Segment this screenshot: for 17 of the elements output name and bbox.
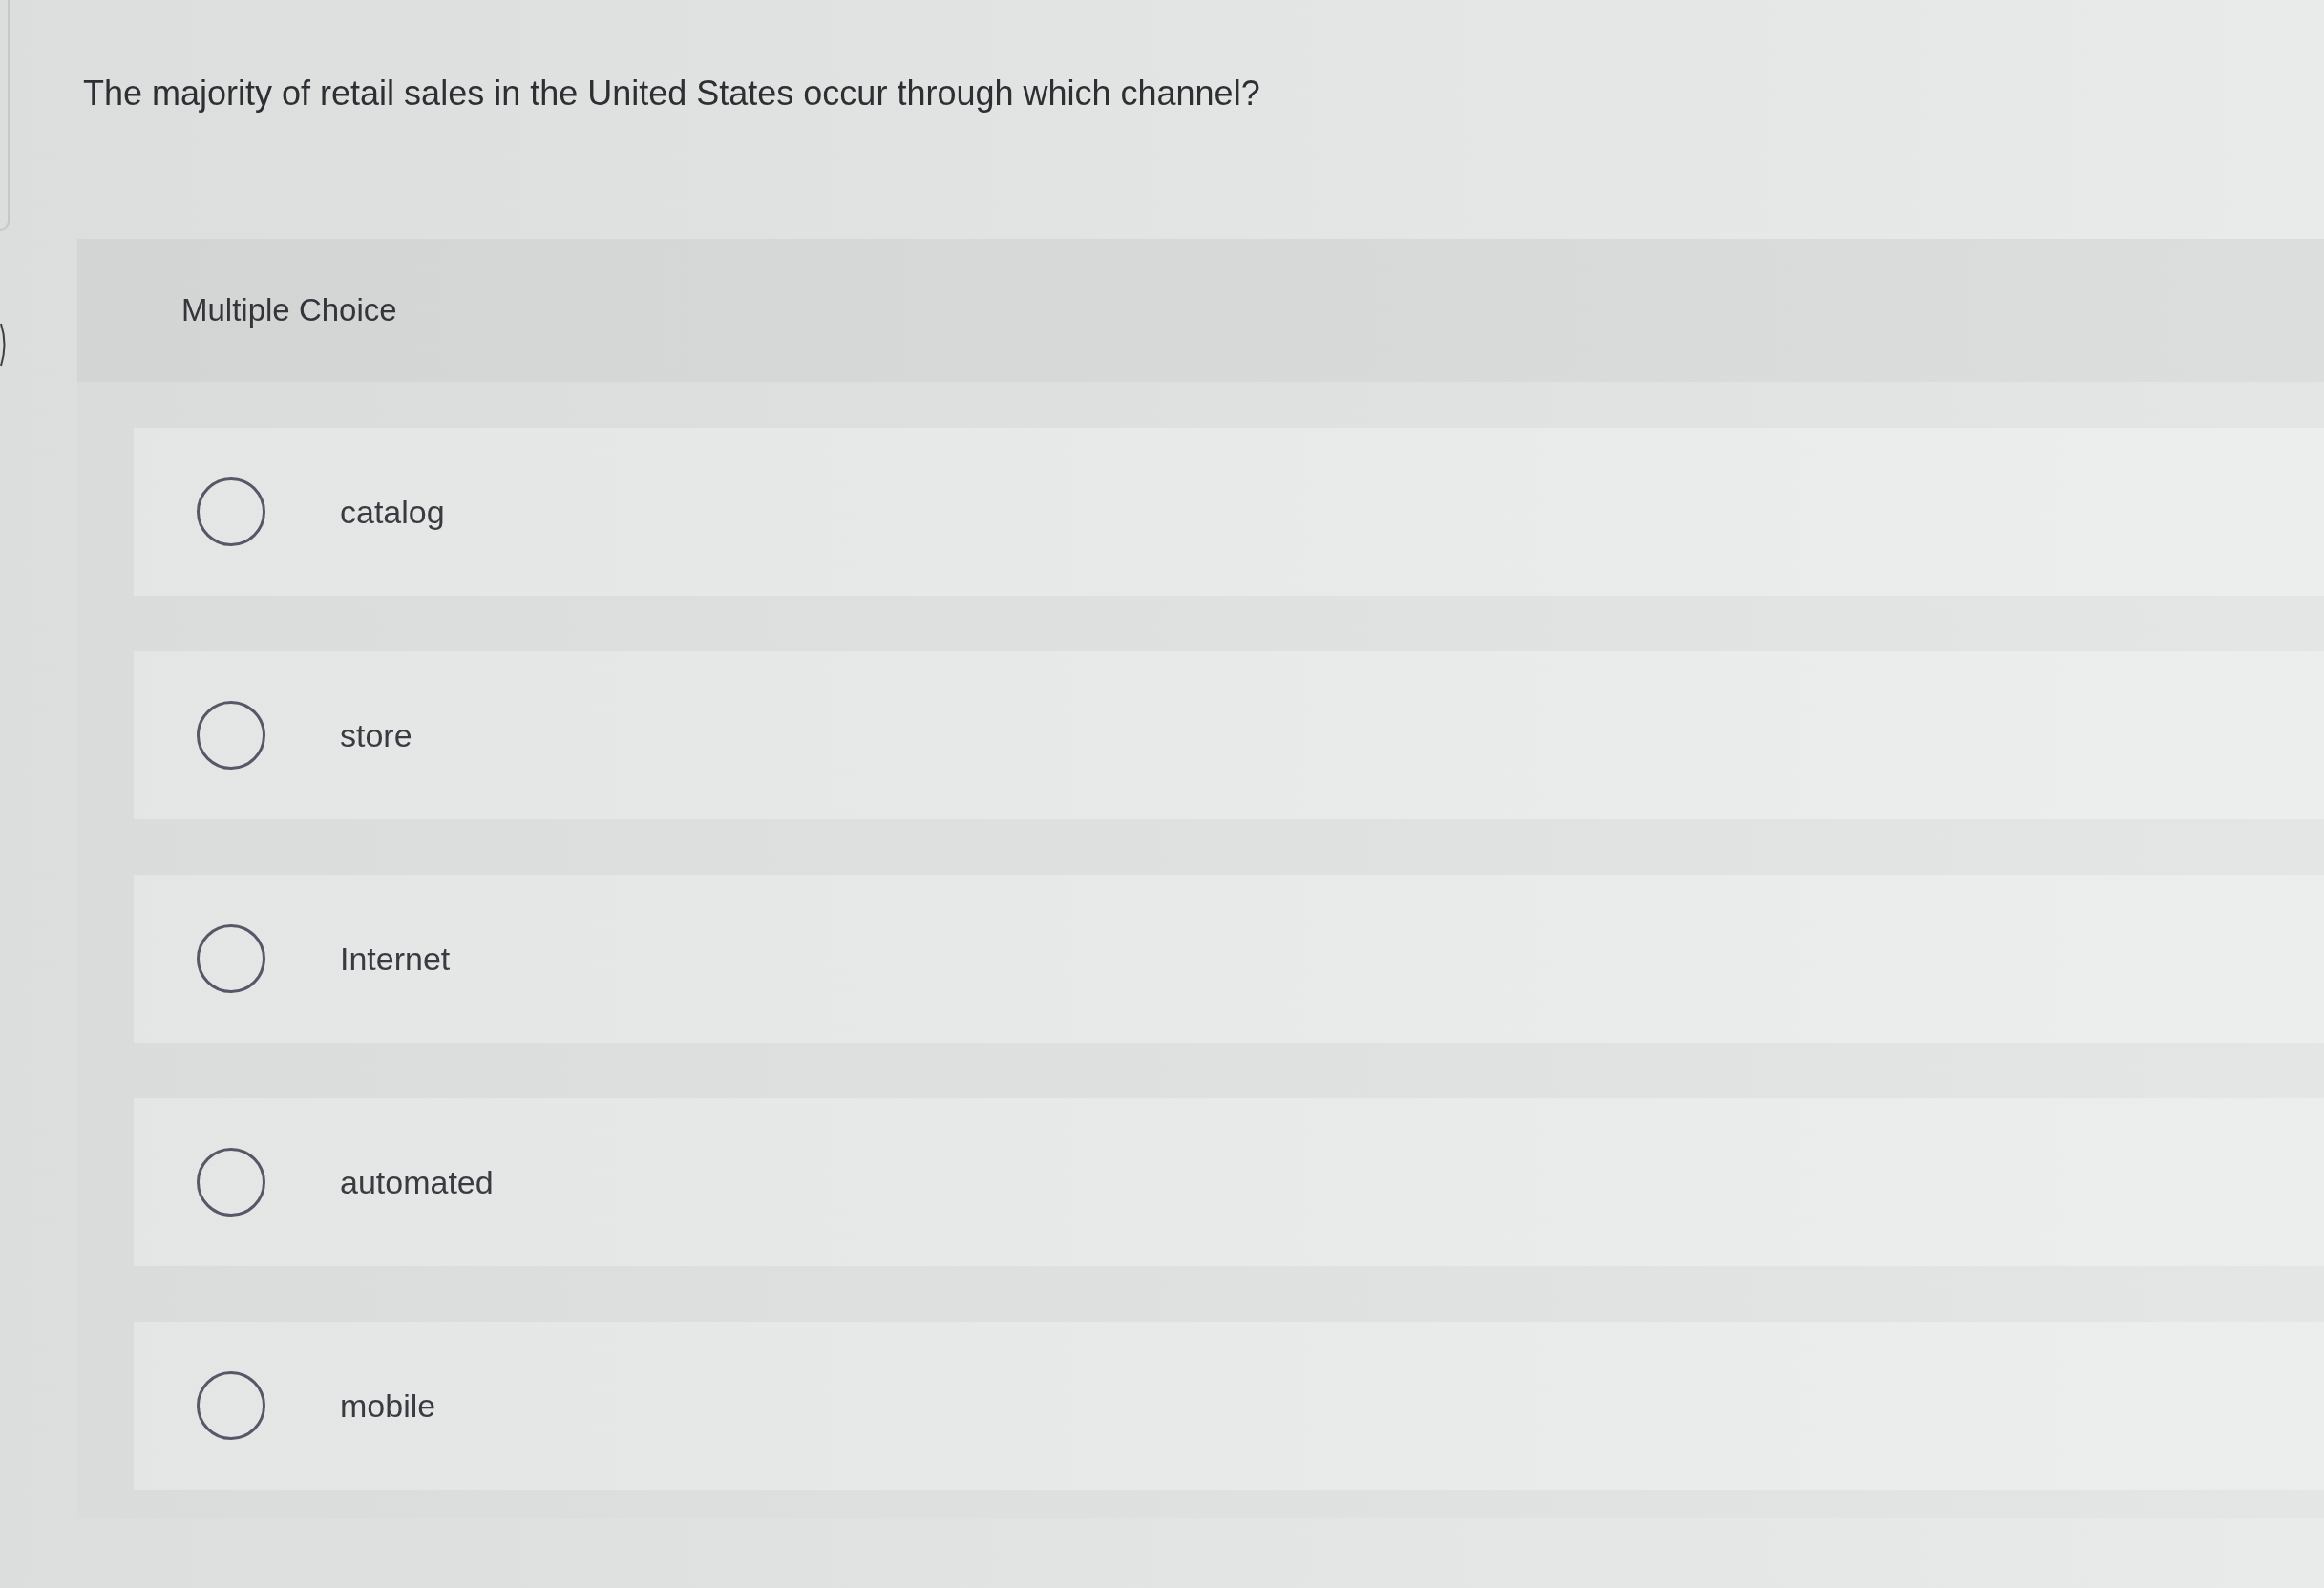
option-row[interactable]: Internet: [134, 875, 2324, 1043]
option-label: automated: [340, 1163, 494, 1201]
panel-title: Multiple Choice: [181, 292, 397, 328]
option-label: catalog: [340, 493, 445, 531]
radio-button[interactable]: [197, 701, 265, 770]
radio-button[interactable]: [197, 1371, 265, 1440]
option-label: Internet: [340, 940, 451, 978]
question-text: The majority of retail sales in the United States occur through which channel?: [83, 73, 1261, 115]
option-row[interactable]: automated: [134, 1098, 2324, 1266]
option-row[interactable]: store: [134, 651, 2324, 819]
radio-button[interactable]: [197, 924, 265, 993]
option-row[interactable]: mobile: [134, 1322, 2324, 1490]
option-row[interactable]: catalog: [134, 428, 2324, 596]
radio-button[interactable]: [197, 477, 265, 546]
option-label: mobile: [340, 1387, 436, 1425]
option-label: store: [340, 716, 412, 754]
radio-button[interactable]: [197, 1148, 265, 1217]
